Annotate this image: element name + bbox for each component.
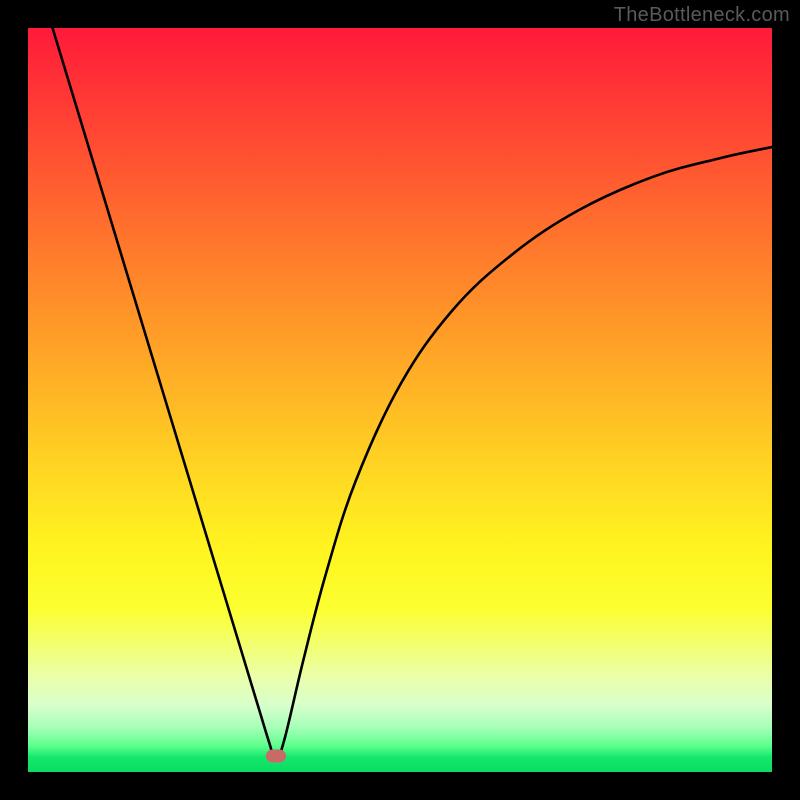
plot-area bbox=[28, 28, 772, 772]
minimum-marker bbox=[266, 749, 286, 762]
curve-svg bbox=[28, 28, 772, 772]
watermark-text: TheBottleneck.com bbox=[614, 4, 790, 27]
curve-path bbox=[53, 28, 772, 761]
chart-stage: TheBottleneck.com bbox=[0, 0, 800, 800]
